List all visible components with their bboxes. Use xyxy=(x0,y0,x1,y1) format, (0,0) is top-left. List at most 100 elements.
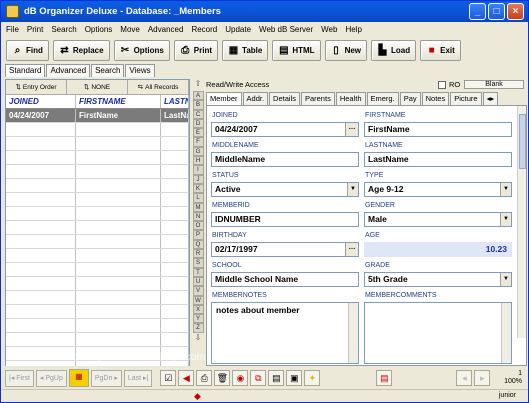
tab-pay[interactable]: Pay xyxy=(399,92,421,105)
clipboard-icon[interactable]: ▣ xyxy=(286,370,303,386)
print-form-icon[interactable]: ▤ xyxy=(268,370,285,386)
index-letter-d[interactable]: D xyxy=(192,118,204,129)
lastname-field[interactable]: LastName xyxy=(364,152,512,167)
index-letter-w[interactable]: W xyxy=(192,295,204,305)
menu-web[interactable]: Web xyxy=(321,25,337,34)
prev-page-icon[interactable]: ◂ xyxy=(456,370,473,386)
tab-details[interactable]: Details xyxy=(269,92,300,105)
index-letter-z[interactable]: Z xyxy=(192,323,204,333)
table-row[interactable]: 04/24/2007 FirstName LastName xyxy=(6,109,189,123)
index-letter-j[interactable]: J xyxy=(192,174,204,184)
index-letter-n[interactable]: N xyxy=(192,211,204,222)
joined-field[interactable]: 04/24/2007… xyxy=(211,122,359,137)
index-letter-e[interactable]: E xyxy=(192,128,204,138)
date-picker-icon[interactable]: … xyxy=(345,243,358,256)
index-letter-u[interactable]: U xyxy=(192,276,204,287)
menu-advanced[interactable]: Advanced xyxy=(148,25,184,34)
grade-select[interactable]: 5th Grade ▼ xyxy=(364,272,512,287)
tab-standard[interactable]: Standard xyxy=(5,64,46,77)
form-scrollbar-thumb[interactable] xyxy=(519,114,526,169)
menu-web-db-server[interactable]: Web dB Server xyxy=(259,25,313,34)
print-button[interactable]: ⎙ Print xyxy=(173,39,219,61)
index-letter-t[interactable]: T xyxy=(192,267,204,277)
column-header-firstname[interactable]: FIRSTNAME xyxy=(76,95,161,108)
find-button[interactable]: ⌕ Find xyxy=(6,39,49,61)
html-button[interactable]: ▤ HTML xyxy=(272,39,321,61)
firstname-field[interactable]: FirstName xyxy=(364,122,512,137)
minimize-button[interactable]: _ xyxy=(469,3,486,20)
membercomments-textarea[interactable] xyxy=(364,302,512,364)
index-letter-s[interactable]: S xyxy=(192,258,204,268)
entry-order-button[interactable]: ⇅ Entry Order xyxy=(6,80,67,94)
blank-button[interactable]: Blank xyxy=(464,80,524,89)
back-arrow-icon[interactable]: ◀ xyxy=(178,370,195,386)
index-letter-i[interactable]: I xyxy=(192,165,204,175)
ro-checkbox[interactable] xyxy=(438,80,446,89)
index-letter-k[interactable]: K xyxy=(192,183,204,194)
chevron-down-icon[interactable]: ▼ xyxy=(500,273,511,286)
pgup-button[interactable]: ◂ PgUp xyxy=(35,369,67,387)
export-icon[interactable]: ▤ xyxy=(376,370,393,386)
index-letter-l[interactable]: L xyxy=(192,193,204,203)
next-page-icon[interactable]: ▸ xyxy=(474,370,491,386)
index-letter-x[interactable]: X xyxy=(192,304,204,315)
index-letter-h[interactable]: H xyxy=(192,156,204,166)
table-button[interactable]: ▦ Table xyxy=(222,39,269,61)
column-header-lastname[interactable]: LASTNAME xyxy=(161,95,189,108)
tab-addr[interactable]: Addr. xyxy=(242,92,269,105)
tab-member[interactable]: Member xyxy=(206,92,242,106)
index-letter-o[interactable]: O xyxy=(192,221,204,231)
new-button[interactable]: ▯ New xyxy=(324,39,368,61)
birthday-field[interactable]: 02/17/1997… xyxy=(211,242,359,257)
memo-scrollbar[interactable] xyxy=(501,303,511,363)
tab-views[interactable]: Views xyxy=(125,64,155,77)
trash-icon[interactable]: 🗑 xyxy=(214,370,231,386)
first-record-button[interactable]: |◂ First xyxy=(5,369,34,387)
status-select[interactable]: Active ▼ xyxy=(211,182,359,197)
last-record-button[interactable]: Last ▸| xyxy=(123,369,153,387)
chevron-down-icon[interactable]: ▼ xyxy=(500,183,511,196)
options-button[interactable]: ✂ Options xyxy=(113,39,170,61)
read-only-toggle[interactable]: RO xyxy=(438,80,460,89)
index-letter-r[interactable]: R xyxy=(192,249,204,259)
date-picker-icon[interactable]: … xyxy=(345,123,358,136)
type-select[interactable]: Age 9-12 ▼ xyxy=(364,182,512,197)
calculator-icon[interactable]: ▦ xyxy=(68,369,89,387)
printer-icon[interactable]: ⎙ xyxy=(196,370,213,386)
index-letter-c[interactable]: C xyxy=(192,109,204,119)
middlename-field[interactable]: MiddleName xyxy=(211,152,359,167)
menu-print[interactable]: Print xyxy=(27,25,43,34)
menu-search[interactable]: Search xyxy=(51,25,76,34)
lightbulb-icon[interactable]: ✦ xyxy=(304,370,321,386)
tab-search[interactable]: Search xyxy=(91,64,125,77)
tab-picture[interactable]: Picture xyxy=(450,92,482,105)
all-records-button[interactable]: ⇆ All Records xyxy=(128,80,189,94)
form-scrollbar[interactable] xyxy=(517,106,526,338)
scroll-up-arrow-icon[interactable]: ⇧ xyxy=(193,79,204,91)
chevron-down-icon[interactable]: ▼ xyxy=(500,213,511,226)
index-letter-b[interactable]: B xyxy=(192,100,204,110)
replace-button[interactable]: ⇄ Replace xyxy=(52,39,110,61)
tab-notes[interactable]: Notes xyxy=(421,92,450,105)
scroll-down-arrow-icon[interactable]: ⇩ xyxy=(193,333,204,345)
menu-update[interactable]: Update xyxy=(225,25,251,34)
menu-options[interactable]: Options xyxy=(85,25,113,34)
index-letter-a[interactable]: A xyxy=(192,91,204,101)
index-letter-g[interactable]: G xyxy=(192,146,204,157)
tab-scroll-arrows[interactable]: ◂▸ xyxy=(482,92,499,105)
exit-button[interactable]: ■ Exit xyxy=(420,39,461,61)
index-letter-v[interactable]: V xyxy=(192,286,204,296)
close-button[interactable]: × xyxy=(507,3,524,20)
checkbox-icon[interactable]: ☑ xyxy=(160,370,177,386)
menu-move[interactable]: Move xyxy=(120,25,140,34)
tab-emerg[interactable]: Emerg. xyxy=(366,92,399,105)
pgdn-button[interactable]: PgDn ▸ xyxy=(90,369,122,387)
load-button[interactable]: ▙ Load xyxy=(371,39,417,61)
school-field[interactable]: Middle School Name xyxy=(211,272,359,287)
tab-health[interactable]: Health xyxy=(335,92,366,105)
tab-parents[interactable]: Parents xyxy=(300,92,335,105)
index-letter-p[interactable]: P xyxy=(192,230,204,240)
menu-help[interactable]: Help xyxy=(345,25,361,34)
menu-record[interactable]: Record xyxy=(191,25,217,34)
memberid-field[interactable]: IDNUMBER xyxy=(211,212,359,227)
